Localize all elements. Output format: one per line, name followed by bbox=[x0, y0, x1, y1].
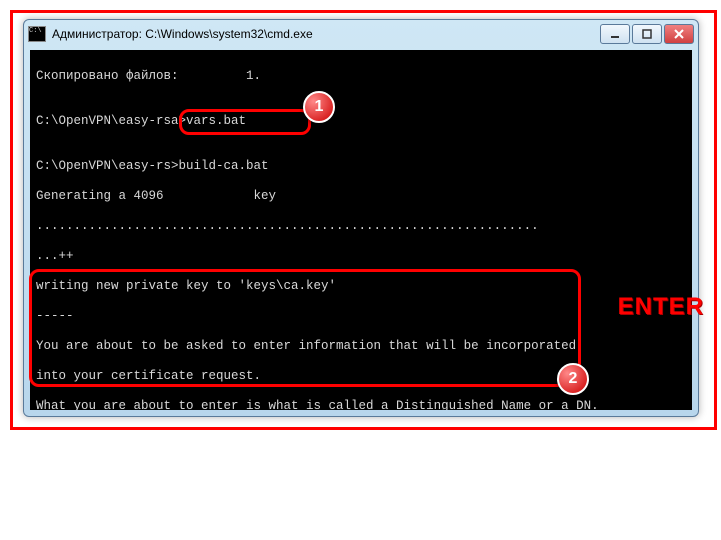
console-line: writing new private key to 'keys\ca.key' bbox=[36, 279, 686, 294]
console-line: ----- bbox=[36, 309, 686, 324]
minimize-button[interactable] bbox=[600, 24, 630, 44]
close-button[interactable] bbox=[664, 24, 694, 44]
window-title: Администратор: C:\Windows\system32\cmd.e… bbox=[52, 27, 600, 41]
maximize-button[interactable] bbox=[632, 24, 662, 44]
console-line: Generating a 4096 key bbox=[36, 189, 686, 204]
console-line: What you are about to enter is what is c… bbox=[36, 399, 686, 410]
screenshot-frame: Администратор: C:\Windows\system32\cmd.e… bbox=[10, 10, 717, 430]
console-line: Скопировано файлов: 1. bbox=[36, 69, 686, 84]
cmd-window: Администратор: C:\Windows\system32\cmd.e… bbox=[23, 19, 699, 417]
enter-label: ENTER bbox=[618, 293, 704, 321]
console-line: C:\OpenVPN\easy-rs>build-ca.bat bbox=[36, 159, 686, 174]
step-badge-1: 1 bbox=[303, 91, 335, 123]
cmd-icon bbox=[28, 26, 46, 42]
console-line: ........................................… bbox=[36, 219, 686, 234]
titlebar[interactable]: Администратор: C:\Windows\system32\cmd.e… bbox=[24, 20, 698, 48]
console-line: ...++ bbox=[36, 249, 686, 264]
step-badge-2: 2 bbox=[557, 363, 589, 395]
console-output[interactable]: Скопировано файлов: 1. C:\OpenVPN\easy-r… bbox=[30, 50, 692, 410]
window-controls bbox=[600, 24, 694, 44]
console-line: C:\OpenVPN\easy-rsa>vars.bat bbox=[36, 114, 686, 129]
console-line: You are about to be asked to enter infor… bbox=[36, 339, 686, 354]
